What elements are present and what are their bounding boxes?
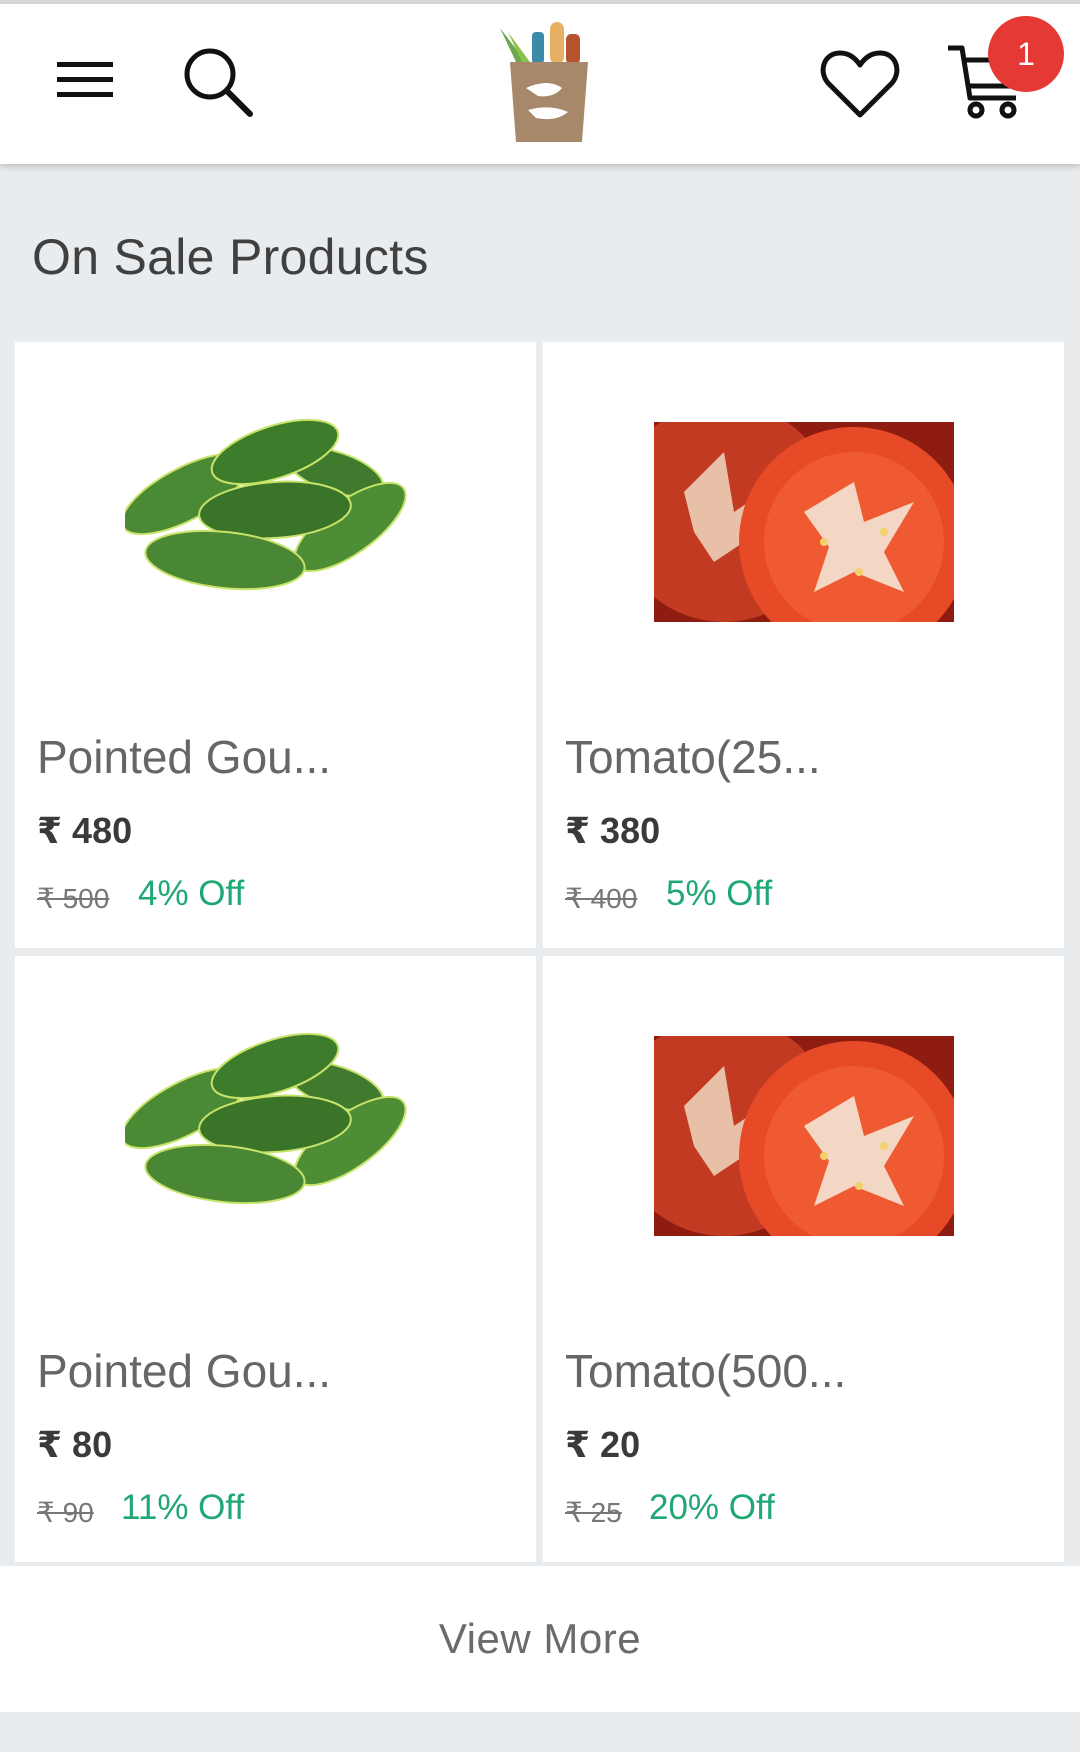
product-price: ₹ 380 — [565, 810, 661, 851]
section-title: On Sale Products — [32, 229, 429, 285]
original-price: ₹ 500 — [37, 883, 110, 914]
tomato-image — [654, 422, 954, 622]
product-card[interactable]: Pointed Gou... ₹ 80 ₹ 90 11% Off — [15, 956, 536, 1562]
product-price: ₹ 20 — [565, 1424, 641, 1465]
product-name: Pointed Gou... — [37, 731, 332, 783]
discount-label: 20% Off — [649, 1488, 775, 1527]
view-more-button[interactable]: View More — [0, 1566, 1080, 1712]
app-header: 1 — [0, 4, 1080, 164]
pointed-gourd-image — [125, 1032, 407, 1205]
original-price: ₹ 90 — [37, 1497, 94, 1528]
product-card[interactable]: Pointed Gou... ₹ 480 ₹ 500 4% Off — [15, 342, 536, 948]
discount-label: 4% Off — [138, 874, 245, 913]
wishlist-button[interactable] — [812, 38, 908, 128]
discount-label: 5% Off — [666, 874, 773, 913]
hamburger-icon — [57, 62, 113, 97]
cart-count-badge: 1 — [988, 16, 1064, 92]
product-name: Tomato(500... — [565, 1345, 847, 1397]
search-icon — [184, 48, 253, 117]
product-name: Tomato(25... — [565, 731, 821, 783]
tomato-image — [654, 1036, 954, 1236]
view-more-label: View More — [438, 1615, 642, 1662]
grocery-bag-logo-icon — [500, 22, 588, 142]
original-price: ₹ 25 — [565, 1497, 622, 1528]
product-price: ₹ 80 — [37, 1424, 113, 1465]
app-logo[interactable] — [496, 18, 600, 146]
pointed-gourd-image — [125, 418, 407, 591]
product-card[interactable]: Tomato(500... ₹ 20 ₹ 25 20% Off — [543, 956, 1064, 1562]
menu-button[interactable] — [40, 40, 130, 120]
product-card[interactable]: Tomato(25... ₹ 380 ₹ 400 5% Off — [543, 342, 1064, 948]
product-name: Pointed Gou... — [37, 1345, 332, 1397]
original-price: ₹ 400 — [565, 883, 638, 914]
product-price: ₹ 480 — [37, 810, 133, 851]
search-button[interactable] — [168, 34, 268, 130]
discount-label: 11% Off — [121, 1488, 245, 1527]
heart-icon — [820, 50, 900, 118]
